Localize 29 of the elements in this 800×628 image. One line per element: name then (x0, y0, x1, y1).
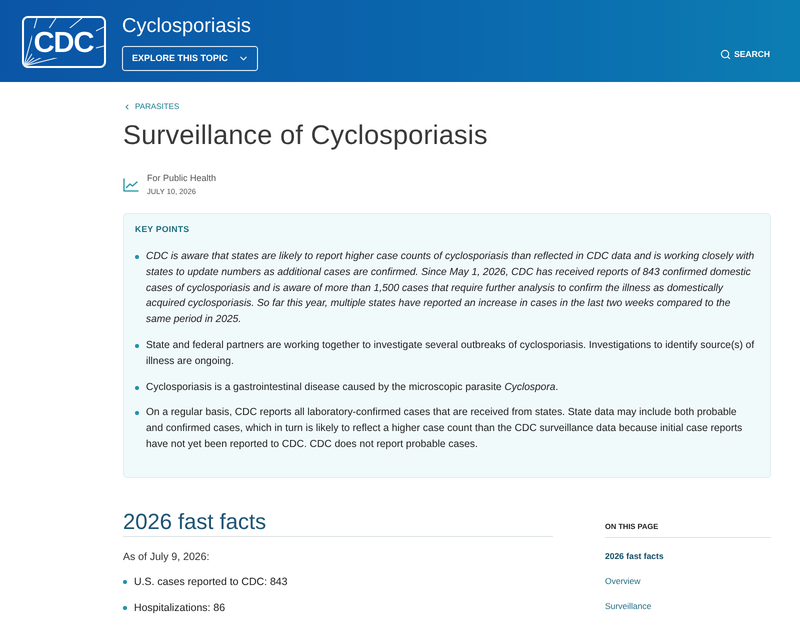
page-nav-link[interactable]: Overview (605, 576, 640, 587)
fact-text: Hospitalizations: 86 (134, 600, 226, 615)
line-chart-icon (123, 178, 139, 192)
key-point-text: On a regular basis, CDC reports all laboratory-confirmed cases that are received from states. State data may include both probable and confirmed cases, which in turn is likely to reflect a higher case count than the CDC surveillance data because initial case reports have not yet been reported to CDC. CDC does not report probable cases. (146, 406, 744, 452)
page-title: Surveillance of Cyclosporiasis (123, 119, 489, 151)
bullet-icon (123, 580, 127, 584)
explore-topic-button[interactable]: EXPLORE THIS TOPIC (122, 46, 258, 70)
intro-text: As of July 9, 2026: (123, 550, 210, 564)
key-points-heading: KEY POINTS (135, 224, 190, 235)
bullet-icon (135, 255, 139, 259)
fact-text: U.S. cases reported to CDC: 843 (134, 574, 288, 589)
bullet-icon (123, 606, 127, 610)
audience-label: For Public Health (147, 172, 216, 184)
breadcrumb-link[interactable]: PARASITES (123, 102, 180, 112)
bullet-icon (135, 386, 139, 390)
bullet-icon (135, 411, 139, 416)
chevron-left-icon (123, 103, 131, 111)
search-icon (720, 48, 732, 60)
bullet-icon (135, 344, 139, 348)
logo[interactable]: CDC (22, 16, 106, 68)
page-nav-link[interactable]: Surveillance (605, 600, 652, 612)
logo-text: CDC (32, 28, 96, 58)
key-point-text: State and federal partners are working together to investigate several outbreaks of cyclosporiasis. Investigations to identify source(s) of illness are ongoing. (146, 338, 756, 369)
site-title: Cyclosporiasis (122, 14, 251, 38)
key-point-text: CDC is aware that states are likely to report higher case counts of cyclosporiasis than reflected in CDC data and is working closely with states to update numbers as additional cases are confirmed. Since May 1, 2026, CDC has received reports of 843 confirmed domestic cases of cyclosporiasis and is aware of more than 1,500 cases that require further analysis to confirm the illness as domestically acquired cyclosporiasis. So far this year, multiple states have reported an increase in cases in the last two weeks compared to the same period in 2025. (146, 250, 756, 328)
key-point-text: Cyclosporiasis is a gastrointestinal disease caused by the microscopic parasite Cyclospora. (146, 380, 558, 395)
search-button[interactable]: SEARCH (720, 48, 770, 60)
section-heading: 2026 fast facts (123, 508, 553, 537)
page-nav-link[interactable]: 2026 fast facts (605, 550, 664, 562)
